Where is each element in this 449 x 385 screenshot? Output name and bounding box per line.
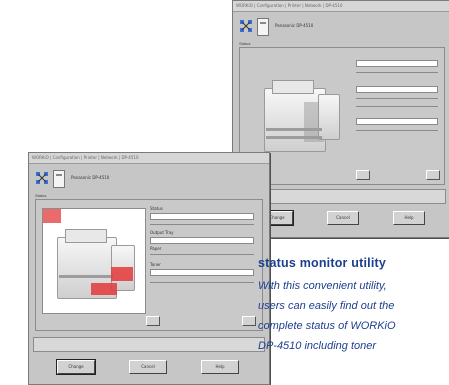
caption-line: With this convenient utility, (258, 280, 387, 292)
status-label: Status (239, 41, 251, 46)
info-field (150, 213, 254, 220)
caption-line: users can easily find out the (258, 300, 395, 312)
info-label: Status (150, 206, 163, 211)
info-panel (356, 56, 438, 174)
info-panel: Status Output Tray Paper Toner (150, 206, 254, 316)
status-label: Status (35, 193, 47, 198)
printer-image-area (246, 58, 348, 166)
help-button[interactable]: Help (393, 211, 425, 225)
network-icon (240, 20, 252, 32)
info-field (356, 60, 438, 67)
caption-line: complete status of WORKiO (258, 320, 396, 332)
status-bar (33, 337, 265, 352)
left-arrow-button[interactable] (146, 316, 160, 326)
cancel-button[interactable]: Cancel (327, 211, 359, 225)
cancel-button[interactable]: Cancel (129, 360, 167, 374)
info-field (356, 86, 438, 93)
device-name: Panasonic DP-4510 (71, 175, 110, 180)
alert-indicator (43, 209, 61, 223)
printer-image (256, 78, 346, 158)
right-arrow-button[interactable] (242, 316, 256, 326)
help-button[interactable]: Help (201, 360, 239, 374)
window-title: WORKiO | Configuration | Printer | Netwo… (233, 1, 449, 12)
printer-image-area (42, 208, 146, 314)
caption-line: DP-4510 including toner (258, 340, 377, 352)
printer-icon (53, 170, 65, 188)
status-monitor-window-front: WORKiO | Configuration | Printer | Netwo… (28, 152, 270, 385)
caption-body: With this convenient utility, users can … (258, 276, 449, 356)
status-panel: Status Output Tray Paper Toner (35, 199, 263, 331)
caption-title: status monitor utility (258, 256, 387, 270)
change-button[interactable]: Change (56, 359, 96, 375)
window-title: WORKiO | Configuration | Printer | Netwo… (29, 153, 269, 164)
info-field (356, 118, 438, 125)
device-header: Panasonic DP-4510 (35, 167, 263, 189)
right-arrow-button[interactable] (426, 170, 440, 180)
printer-image (51, 227, 143, 307)
info-label: Output Tray (150, 230, 174, 235)
device-name: Panasonic DP-4510 (275, 23, 314, 28)
info-field (150, 269, 254, 276)
printer-icon (257, 18, 269, 36)
device-header: Panasonic DP-4510 (239, 15, 444, 37)
info-label: Paper (150, 246, 162, 251)
info-field (150, 237, 254, 244)
network-icon (36, 172, 48, 184)
info-label: Toner (150, 262, 161, 267)
caption: status monitor utility With this conveni… (258, 256, 449, 356)
left-arrow-button[interactable] (356, 170, 370, 180)
